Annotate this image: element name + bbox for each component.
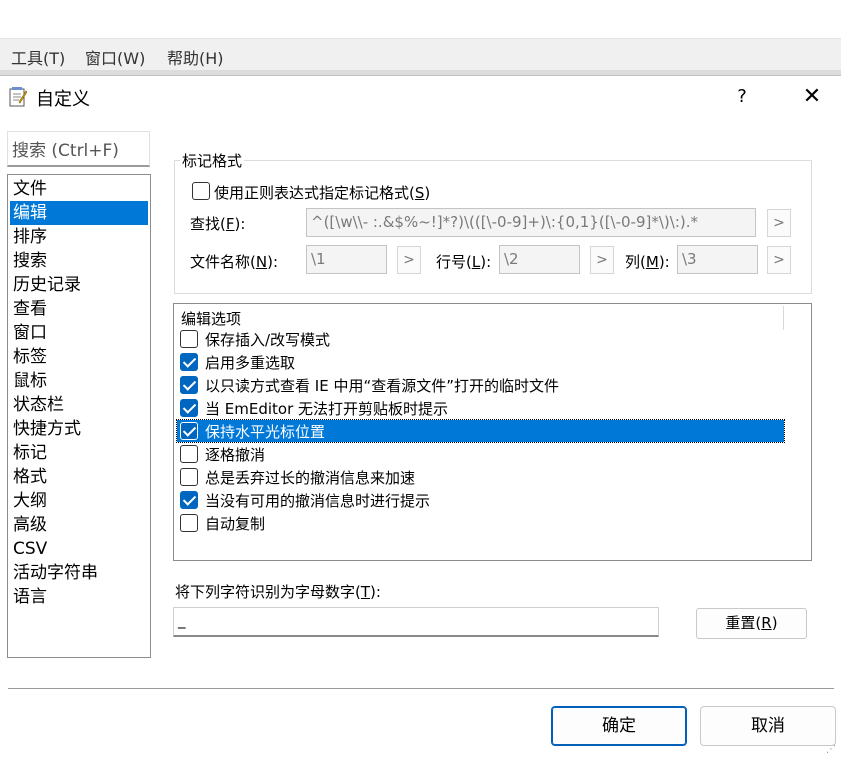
dialog-titlebar: 自定义 ? ✕ (0, 76, 841, 118)
column-label: 列(M): (625, 253, 670, 271)
edit-options-header: 编辑选项 (181, 310, 242, 328)
background-window (0, 0, 841, 38)
help-button[interactable]: ? (728, 82, 756, 112)
edit-option-label: 自动复制 (205, 515, 266, 533)
regex-marker-label: 使用正则表达式指定标记格式(S) (214, 184, 431, 202)
close-button[interactable]: ✕ (796, 82, 828, 112)
edit-option-row[interactable]: 自动复制 (177, 512, 784, 534)
column-field[interactable]: \3 (677, 245, 758, 274)
line-label: 行号(L): (436, 253, 492, 271)
category-item[interactable]: 排序 (10, 225, 148, 249)
edit-option-checkbox[interactable] (180, 399, 198, 417)
find-arrow-button[interactable]: > (767, 209, 791, 237)
category-item[interactable]: 查看 (10, 297, 148, 321)
list-column-divider (783, 306, 784, 330)
category-item[interactable]: 鼠标 (10, 369, 148, 393)
edit-option-checkbox[interactable] (180, 376, 198, 394)
menu-help[interactable]: 帮助(H) (167, 45, 224, 69)
edit-option-label: 总是丢弃过长的撤消信息来加速 (205, 469, 416, 487)
edit-option-row[interactable]: 逐格撤消 (177, 443, 784, 465)
filename-label: 文件名称(N): (190, 253, 278, 271)
edit-option-checkbox[interactable] (180, 491, 198, 509)
footer-separator (8, 688, 834, 689)
category-item[interactable]: 语言 (10, 585, 148, 609)
edit-option-label: 保持水平光标位置 (205, 423, 326, 441)
category-item[interactable]: 大纲 (10, 489, 148, 513)
resize-grip-icon[interactable]: ⋰ (826, 744, 838, 756)
line-arrow-button[interactable]: > (590, 246, 614, 274)
edit-option-checkbox[interactable] (180, 468, 198, 486)
category-item[interactable]: 搜索 (10, 249, 148, 273)
filename-arrow-button[interactable]: > (397, 246, 421, 274)
category-item[interactable]: 状态栏 (10, 393, 148, 417)
alnum-label: 将下列字符识别为字母数字(T): (175, 583, 381, 601)
notepad-icon (9, 87, 27, 107)
find-field[interactable]: ^([\w\\- :.&$%~!]*?)\(([\-0-9]+)\:{0,1}(… (306, 208, 756, 237)
dialog-title: 自定义 (36, 89, 90, 110)
background-menubar: 工具(T) 窗口(W) 帮助(H) (0, 38, 841, 70)
category-item[interactable]: 窗口 (10, 321, 148, 345)
edit-option-checkbox[interactable] (180, 514, 198, 532)
edit-option-row[interactable]: 总是丢弃过长的撤消信息来加速 (177, 466, 784, 488)
edit-option-checkbox[interactable] (180, 353, 198, 371)
regex-marker-checkbox[interactable] (192, 182, 210, 200)
filename-field[interactable]: \1 (306, 245, 387, 274)
edit-options-list[interactable]: 编辑选项 保存插入/改写模式 启用多重选取以只读方式查看 IE 中用“查看源文件”… (173, 303, 812, 561)
edit-option-row[interactable]: 当没有可用的撤消信息时进行提示 (177, 489, 784, 511)
category-item[interactable]: 文件 (10, 177, 148, 201)
edit-option-label: 逐格撤消 (205, 446, 266, 464)
edit-option-label: 启用多重选取 (205, 354, 296, 372)
category-list: 文件 编辑 排序 搜索 历史记录 查看 窗口 标签 鼠标 状态栏 快捷方式 标记 格式 大纲 高级 CSV 活动… (7, 174, 151, 658)
customize-dialog: 自定义 ? ✕ 搜索 (Ctrl+F) 文件 编辑 排序 搜索 历史记录 查看 窗口 标签 鼠标… (0, 75, 841, 757)
category-item[interactable]: 历史记录 (10, 273, 148, 297)
category-item[interactable]: 编辑 (10, 201, 148, 225)
category-item[interactable]: 标签 (10, 345, 148, 369)
edit-option-label: 保存插入/改写模式 (205, 331, 331, 349)
line-field[interactable]: \2 (499, 245, 580, 274)
edit-option-label: 以只读方式查看 IE 中用“查看源文件”打开的临时文件 (205, 377, 559, 395)
column-arrow-button[interactable]: > (767, 246, 791, 274)
menu-window[interactable]: 窗口(W) (85, 45, 145, 69)
edit-option-checkbox[interactable] (180, 445, 198, 463)
edit-option-row[interactable]: 保持水平光标位置 (176, 419, 785, 443)
edit-option-row[interactable]: 启用多重选取 (177, 351, 784, 373)
category-item[interactable]: 活动字符串 (10, 561, 148, 585)
category-item[interactable]: 格式 (10, 465, 148, 489)
cancel-button[interactable]: 取消 (700, 706, 836, 746)
category-item[interactable]: CSV (10, 537, 148, 561)
edit-option-label: 当没有可用的撤消信息时进行提示 (205, 492, 431, 510)
find-label: 查找(F): (190, 215, 246, 233)
edit-option-row[interactable]: 保存插入/改写模式 (177, 328, 784, 350)
category-item[interactable]: 高级 (10, 513, 148, 537)
ok-button[interactable]: 确定 (551, 706, 687, 746)
edit-option-label: 当 EmEditor 无法打开剪贴板时提示 (205, 400, 449, 418)
alnum-input[interactable]: _ (173, 607, 659, 637)
category-item[interactable]: 快捷方式 (10, 417, 148, 441)
edit-option-row[interactable]: 以只读方式查看 IE 中用“查看源文件”打开的临时文件 (177, 374, 784, 396)
edit-option-checkbox[interactable] (180, 422, 198, 440)
search-input[interactable]: 搜索 (Ctrl+F) (7, 131, 150, 167)
category-item[interactable]: 标记 (10, 441, 148, 465)
marker-format-title: 标记格式 (180, 150, 245, 171)
menu-tools[interactable]: 工具(T) (11, 45, 65, 69)
edit-option-row[interactable]: 当 EmEditor 无法打开剪贴板时提示 (177, 397, 784, 419)
reset-button[interactable]: 重置(R) (696, 608, 807, 639)
edit-option-checkbox[interactable] (180, 330, 198, 348)
